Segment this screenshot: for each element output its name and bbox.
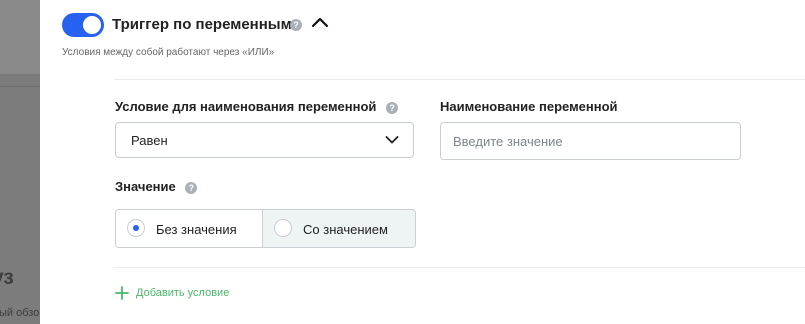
background-heading: уз: [0, 266, 14, 289]
value-label-text: Значение: [115, 179, 176, 194]
trigger-subtitle: Условия между собой работают через «ИЛИ»: [62, 47, 275, 58]
radio-selected-icon[interactable]: [127, 219, 145, 237]
add-condition-button[interactable]: Добавить условие: [115, 286, 229, 300]
chevron-up-icon[interactable]: [310, 13, 330, 33]
radio-option-label: Без значения: [156, 222, 237, 237]
plus-icon: [115, 286, 129, 300]
help-icon[interactable]: ?: [290, 19, 302, 31]
condition-label: Условие для наименования переменной ?: [115, 99, 399, 114]
condition-select[interactable]: Равен: [115, 122, 414, 158]
condition-select-value: Равен: [131, 133, 168, 148]
background-divider: [0, 86, 40, 87]
divider: [114, 79, 805, 80]
background-header: [0, 0, 40, 74]
variable-name-label: Наименование переменной: [440, 99, 618, 114]
variable-name-input[interactable]: [440, 122, 741, 160]
chevron-down-icon: [385, 136, 399, 144]
toggle-knob: [83, 16, 101, 34]
help-icon[interactable]: ?: [185, 181, 198, 194]
trigger-toggle[interactable]: [62, 13, 104, 37]
trigger-title: Триггер по переменным: [112, 16, 292, 33]
add-condition-label: Добавить условие: [136, 287, 230, 299]
trigger-panel: Триггер по переменным ? Условия между со…: [40, 0, 805, 324]
radio-option-no-value[interactable]: Без значения: [116, 210, 263, 247]
radio-option-label: Со значением: [303, 222, 388, 237]
condition-label-text: Условие для наименования переменной: [115, 99, 377, 114]
background-page: уз ый обзор: [0, 0, 40, 324]
value-radio-group: Без значения Со значением: [115, 209, 416, 248]
radio-unselected-icon[interactable]: [274, 219, 292, 237]
divider: [114, 267, 805, 268]
value-label: Значение ?: [115, 179, 198, 194]
background-text: ый обзор: [0, 307, 40, 319]
radio-option-with-value[interactable]: Со значением: [263, 210, 415, 247]
help-icon[interactable]: ?: [386, 101, 399, 114]
